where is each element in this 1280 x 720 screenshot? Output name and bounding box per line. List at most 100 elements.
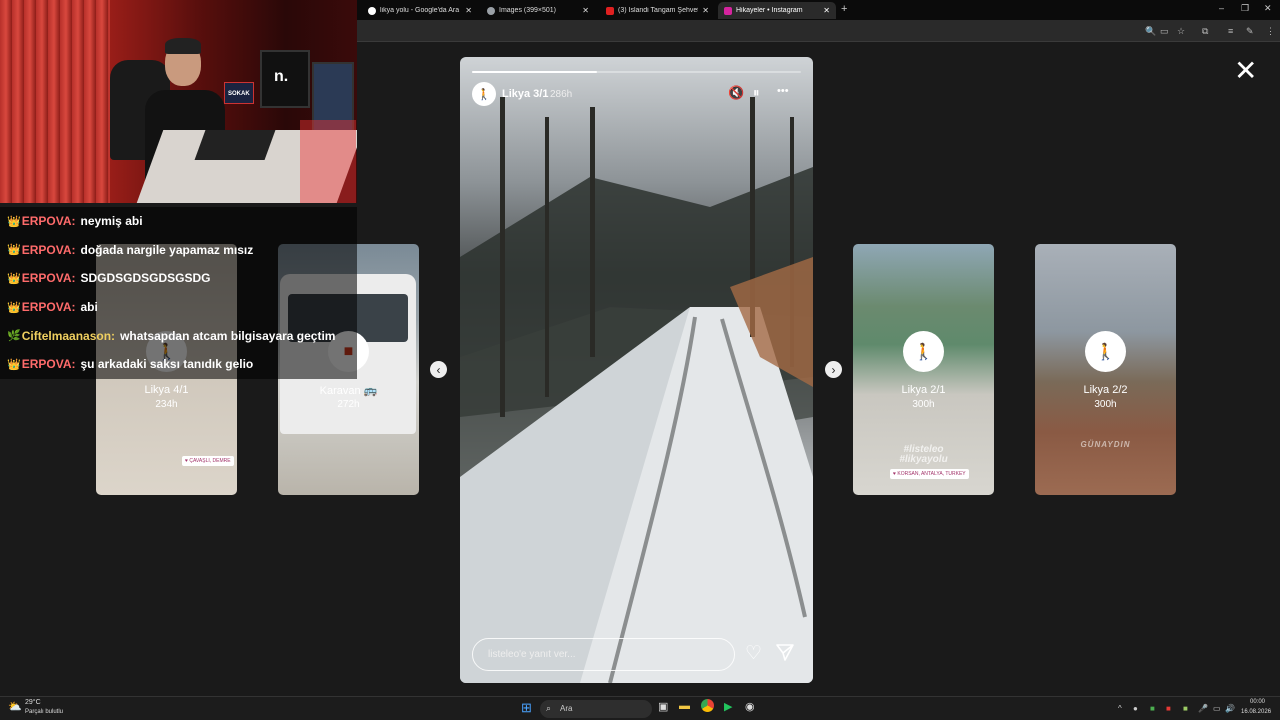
chat-text: SDGDSGDSGDSGSDG	[80, 271, 211, 286]
leaf-badge-icon: 🌿	[7, 330, 21, 343]
new-tab-button[interactable]: +	[841, 3, 847, 15]
chat-text: doğada nargile yapamaz mısız	[80, 242, 254, 257]
taskbar-search[interactable]: ⌕ Ara	[540, 700, 652, 718]
tab-label: Hikayeler • Instagram	[736, 7, 803, 14]
chat-username: ERPOVA:	[21, 357, 76, 372]
minimize-button[interactable]: –	[1219, 3, 1224, 13]
tray-chevron-icon[interactable]: ^	[1118, 704, 1122, 713]
tab-close-icon[interactable]: ✕	[823, 6, 830, 15]
tray-app-icon[interactable]: ■	[1166, 704, 1171, 713]
start-button-icon[interactable]: ⊞	[521, 700, 532, 716]
tab-close-icon[interactable]: ✕	[702, 6, 709, 15]
tray-app-icon[interactable]: ■	[1150, 704, 1155, 713]
file-explorer-icon[interactable]: ▬	[679, 700, 690, 712]
next-story-icon[interactable]: ›	[825, 361, 842, 378]
person-hair	[165, 38, 201, 54]
story-time: 286h	[550, 89, 573, 100]
crown-badge-icon: 👑	[7, 301, 21, 314]
tab-google-search[interactable]: likya yolu - Google'da Ara ✕	[362, 2, 478, 19]
instagram-icon	[724, 6, 732, 15]
media-player-icon[interactable]: ▶	[724, 700, 732, 713]
chat-text: neymiş abi	[80, 214, 143, 229]
chat-message: 👑 ERPOVA: neymiş abi	[0, 207, 357, 236]
hiker-icon[interactable]: 🚶	[472, 82, 496, 106]
chat-username: ERPOVA:	[21, 214, 76, 229]
curtain	[0, 0, 110, 203]
crown-badge-icon: 👑	[7, 244, 21, 257]
pause-icon[interactable]: ⏸	[753, 85, 760, 101]
crown-badge-icon: 👑	[7, 358, 21, 371]
mute-icon[interactable]: 🔇	[728, 85, 744, 101]
monitor-logo: n.	[274, 68, 289, 85]
crown-badge-icon: 👑	[7, 215, 21, 228]
tab-instagram[interactable]: Hikayeler • Instagram ✕	[718, 2, 836, 19]
keyboard	[194, 130, 276, 160]
tab-label: (3) İslandi Tangam Şehvetin Kr...	[618, 7, 699, 14]
volume-icon[interactable]: 🔊	[1225, 704, 1235, 713]
send-icon[interactable]	[776, 644, 794, 661]
weather-temp[interactable]: 29°C	[25, 699, 41, 706]
clock-date[interactable]: 16.08.2026	[1241, 709, 1271, 715]
card-name: Likya 4/1	[144, 384, 189, 396]
chrome-icon[interactable]	[701, 699, 714, 712]
pen-icon[interactable]: ✎	[1246, 26, 1254, 37]
chat-text: abi	[80, 300, 98, 315]
weather-icon[interactable]: ⛅	[8, 700, 22, 713]
windows-taskbar: ⛅ 29°C Parçalı bulutlu ⊞ ⌕ Ara ▣ ▬ ▶ ◉ ^…	[0, 696, 1280, 720]
reply-input[interactable]: listeleo'e yanıt ver...	[472, 638, 735, 671]
obs-icon[interactable]: ◉	[745, 700, 755, 713]
chat-username: ERPOVA:	[21, 271, 76, 286]
zoom-icon[interactable]: 🔍	[1145, 26, 1156, 37]
previous-story-icon[interactable]: ‹	[430, 361, 447, 378]
active-story[interactable]: 🚶 Likya 3/1 286h 🔇 ⏸ ••• listeleo'e yanı…	[460, 57, 813, 683]
card-name: Likya 2/1	[901, 384, 946, 396]
window-close-button[interactable]: ✕	[1264, 3, 1272, 14]
tab-close-icon[interactable]: ✕	[465, 6, 472, 15]
crown-badge-icon: 👑	[7, 272, 21, 285]
cast-icon[interactable]: ▭	[1160, 26, 1169, 37]
story-username[interactable]: Likya 3/1	[502, 88, 548, 100]
chat-message: 👑 ERPOVA: abi	[0, 292, 357, 322]
chat-message: 👑 ERPOVA: SDGDSGDSGDSGSDG	[0, 264, 357, 293]
location-tag: ♥ ÇAVAŞLI, DEMRE	[182, 456, 234, 466]
chat-message: 👑 ERPOVA: şu arkadaki saksı tanıdık gelio	[0, 349, 357, 379]
tray-app-icon[interactable]: ●	[1133, 704, 1138, 713]
tray-app-icon[interactable]: ■	[1183, 704, 1188, 713]
bookmark-star-icon[interactable]: ☆	[1177, 26, 1185, 37]
webcam-overlay: n. SOKAK	[0, 0, 357, 203]
tab-images[interactable]: Images (399×501) ✕	[481, 2, 595, 19]
story-progress-fill	[472, 71, 598, 73]
story-card-likya-2-1[interactable]: 🚶 Likya 2/1 300h #listeleo #likyayolu ♥ …	[853, 244, 994, 495]
tab-youtube[interactable]: (3) İslandi Tangam Şehvetin Kr... ✕	[600, 2, 715, 19]
hiker-icon: 🚶	[903, 331, 944, 372]
card-time: 234h	[155, 399, 178, 410]
media-icon[interactable]: ≡	[1228, 26, 1233, 36]
close-icon[interactable]: ✕	[1234, 57, 1257, 85]
weather-desc[interactable]: Parçalı bulutlu	[25, 709, 63, 715]
more-options-icon[interactable]: •••	[777, 85, 789, 97]
card-time: 300h	[1094, 399, 1117, 410]
clock-time[interactable]: 00:00	[1250, 699, 1265, 705]
task-view-icon[interactable]: ▣	[658, 700, 668, 713]
search-label: Ara	[560, 704, 573, 713]
story-card-likya-2-2[interactable]: 🚶 Likya 2/2 300h GÜNAYDIN	[1035, 244, 1176, 495]
hiker-icon: 🚶	[1085, 331, 1126, 372]
tab-label: Images (399×501)	[499, 7, 557, 14]
chat-message: 👑 ERPOVA: doğada nargile yapamaz mısız	[0, 235, 357, 265]
page-icon	[487, 6, 495, 15]
card-name: Likya 2/2	[1083, 384, 1128, 396]
youtube-icon	[606, 6, 614, 15]
stream-chat: 👑 ERPOVA: neymiş abi 👑 ERPOVA: doğada nargil…	[0, 207, 357, 379]
chat-text: whatsapdan atcam bilgisayara geçtim	[120, 328, 336, 343]
network-icon[interactable]: ▭	[1213, 704, 1221, 713]
location-tag: ♥ KORSAN, ANTALYA, TURKEY	[890, 469, 969, 479]
tab-close-icon[interactable]: ✕	[582, 6, 589, 15]
story-progress	[472, 71, 801, 73]
microphone-icon[interactable]: 🎤	[1198, 704, 1208, 713]
extensions-icon[interactable]: ⧉	[1202, 26, 1208, 37]
like-heart-icon[interactable]: ♡	[745, 642, 762, 665]
restore-button[interactable]: ❐	[1241, 3, 1249, 14]
search-icon: ⌕	[546, 703, 552, 713]
menu-icon[interactable]: ⋮	[1266, 26, 1275, 37]
snow-forest-image	[460, 97, 813, 683]
